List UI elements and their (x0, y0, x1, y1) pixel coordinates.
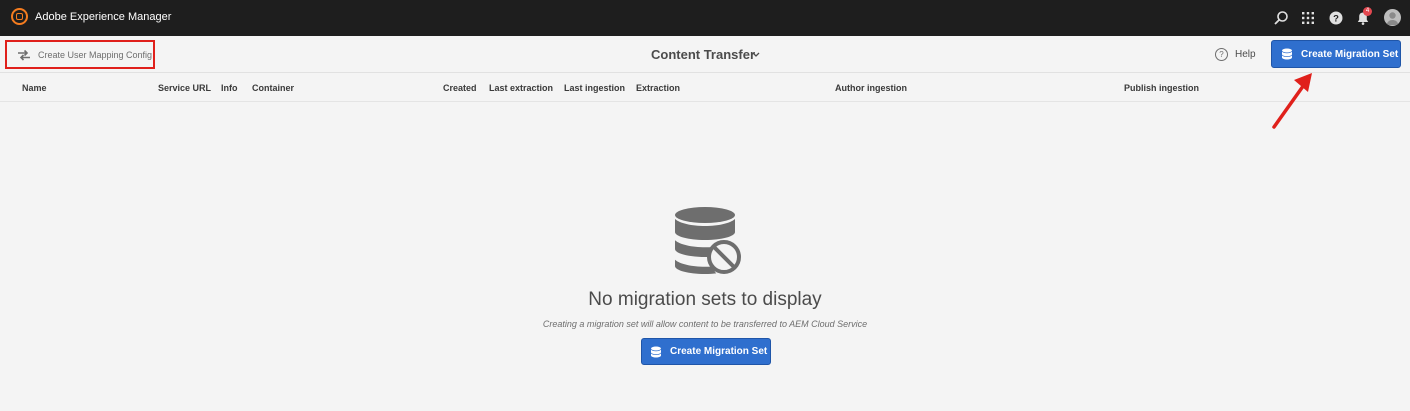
create-migration-set-label: Create Migration Set (1301, 48, 1399, 60)
column-header-publish-ingestion[interactable]: Publish ingestion (1124, 83, 1199, 93)
help-icon[interactable]: ? (1328, 10, 1344, 26)
help-button[interactable]: ? Help (1215, 48, 1256, 61)
database-icon (651, 346, 661, 357)
swap-arrows-icon (18, 49, 30, 61)
aem-logo-icon[interactable] (11, 8, 28, 25)
empty-state-button-label: Create Migration Set (670, 346, 768, 357)
column-header-name[interactable]: Name (22, 83, 47, 93)
column-header-last-ingestion[interactable]: Last ingestion (564, 83, 625, 93)
svg-text:?: ? (1333, 14, 1339, 25)
column-header-last-extraction[interactable]: Last extraction (489, 83, 553, 93)
empty-state-create-migration-set-button[interactable]: Create Migration Set (641, 338, 771, 365)
help-label: Help (1235, 49, 1256, 60)
help-circle-icon: ? (1215, 48, 1228, 61)
column-header-info[interactable]: Info (221, 83, 238, 93)
column-header-container[interactable]: Container (252, 83, 294, 93)
action-bar: Create User Mapping Config Content Trans… (0, 36, 1410, 73)
create-user-mapping-config-button[interactable]: Create User Mapping Config (5, 40, 155, 69)
shell-bar: Adobe Experience Manager ? 4 (0, 0, 1410, 36)
annotation-arrow-icon (1272, 73, 1312, 129)
create-migration-set-button[interactable]: Create Migration Set (1271, 40, 1401, 68)
column-header-created[interactable]: Created (443, 83, 477, 93)
database-icon (1282, 48, 1292, 60)
notification-badge: 4 (1363, 7, 1372, 16)
user-avatar[interactable] (1384, 9, 1401, 26)
chevron-down-icon[interactable] (752, 52, 760, 57)
apps-grid-icon[interactable] (1300, 10, 1316, 26)
column-header-service-url[interactable]: Service URL (158, 83, 211, 93)
column-header-extraction[interactable]: Extraction (636, 83, 680, 93)
table-header: Name Service URL Info Container Created … (0, 79, 1410, 102)
database-blocked-icon (675, 207, 741, 274)
app-title[interactable]: Adobe Experience Manager (35, 11, 171, 23)
user-mapping-config-label: Create User Mapping Config (38, 49, 153, 60)
search-icon[interactable] (1273, 10, 1289, 26)
empty-state-title: No migration sets to display (588, 289, 822, 310)
empty-state-description: Creating a migration set will allow cont… (542, 319, 868, 329)
page-title[interactable]: Content Transfer (651, 47, 755, 62)
column-header-author-ingestion[interactable]: Author ingestion (835, 83, 907, 93)
